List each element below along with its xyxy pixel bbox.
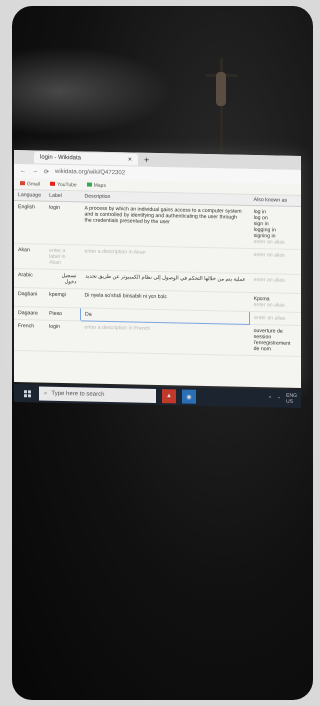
row-language: French: [14, 319, 46, 352]
row-language: English: [14, 200, 46, 245]
maps-icon: [86, 182, 92, 187]
back-icon[interactable]: ←: [20, 168, 26, 174]
forward-icon[interactable]: →: [32, 168, 38, 174]
row-language: Akan: [14, 243, 46, 270]
gmail-icon: [20, 181, 25, 186]
row-aka[interactable]: enter an alias: [249, 273, 301, 294]
browser-tab[interactable]: login - Wikidata ×: [34, 151, 138, 166]
row-language: Arabic: [14, 268, 46, 289]
row-label[interactable]: enter a label in Akan: [45, 244, 81, 270]
row-label[interactable]: login: [45, 201, 81, 245]
col-language: Language: [14, 190, 46, 202]
row-description[interactable]: enter a description in French: [80, 320, 250, 356]
row-label[interactable]: login: [45, 320, 81, 352]
row-description[interactable]: enter a description in Akan: [80, 244, 250, 274]
tab-title: login - Wikidata: [40, 154, 82, 162]
new-tab-icon[interactable]: +: [144, 155, 149, 165]
tab-close-icon[interactable]: ×: [128, 156, 132, 163]
row-label[interactable]: تسجيل دخول: [45, 269, 81, 289]
taskbar-search-input[interactable]: ⌕ Type here to search: [39, 386, 156, 403]
url-field[interactable]: wikidata.org/wiki/Q472302: [55, 169, 125, 176]
row-description[interactable]: A process by which an individual gains a…: [80, 201, 250, 249]
bookmark-gmail[interactable]: Gmail: [20, 181, 40, 187]
wifi-icon[interactable]: ◔: [277, 396, 280, 402]
table-row: English login A process by which an indi…: [14, 200, 301, 250]
terms-table: Language Label Description Also known as…: [14, 190, 301, 357]
crucifix-figure: [216, 72, 226, 106]
projected-screen: login - Wikidata × + ← → ⟳ wikidata.org/…: [14, 150, 301, 389]
row-language: Dagbani: [14, 287, 46, 308]
row-language: Dagaare: [14, 306, 46, 321]
task-view-icon[interactable]: ▲: [162, 389, 176, 404]
crucifix: [202, 58, 242, 153]
bookmark-maps[interactable]: Maps: [86, 182, 106, 188]
row-label[interactable]: kpemgi: [45, 288, 81, 308]
row-aka[interactable]: log in log on sign in logging in signing…: [249, 205, 301, 250]
wall-light: [12, 46, 172, 136]
windows-start-icon[interactable]: [24, 389, 31, 397]
bookmark-youtube[interactable]: YouTube: [50, 181, 77, 188]
col-label: Label: [45, 190, 81, 202]
search-icon: ⌕: [44, 390, 48, 397]
row-aka[interactable]: Kpɛma enter an alias: [249, 292, 301, 313]
tray-chevron-icon[interactable]: ^: [269, 395, 271, 401]
row-aka[interactable]: enter an alias: [249, 311, 301, 326]
youtube-icon: [50, 181, 56, 187]
table-row: French login enter a description in Fren…: [14, 319, 301, 357]
system-tray: ^ ◔ ENG US: [269, 392, 297, 405]
row-aka[interactable]: enter an alias: [249, 248, 301, 275]
chrome-icon[interactable]: ◉: [182, 389, 196, 404]
row-aka[interactable]: ouverture de session l'enregistrement de…: [249, 324, 301, 357]
tray-language[interactable]: ENG US: [286, 393, 297, 405]
row-label[interactable]: Pieso: [45, 307, 81, 321]
reload-icon[interactable]: ⟳: [44, 168, 49, 175]
